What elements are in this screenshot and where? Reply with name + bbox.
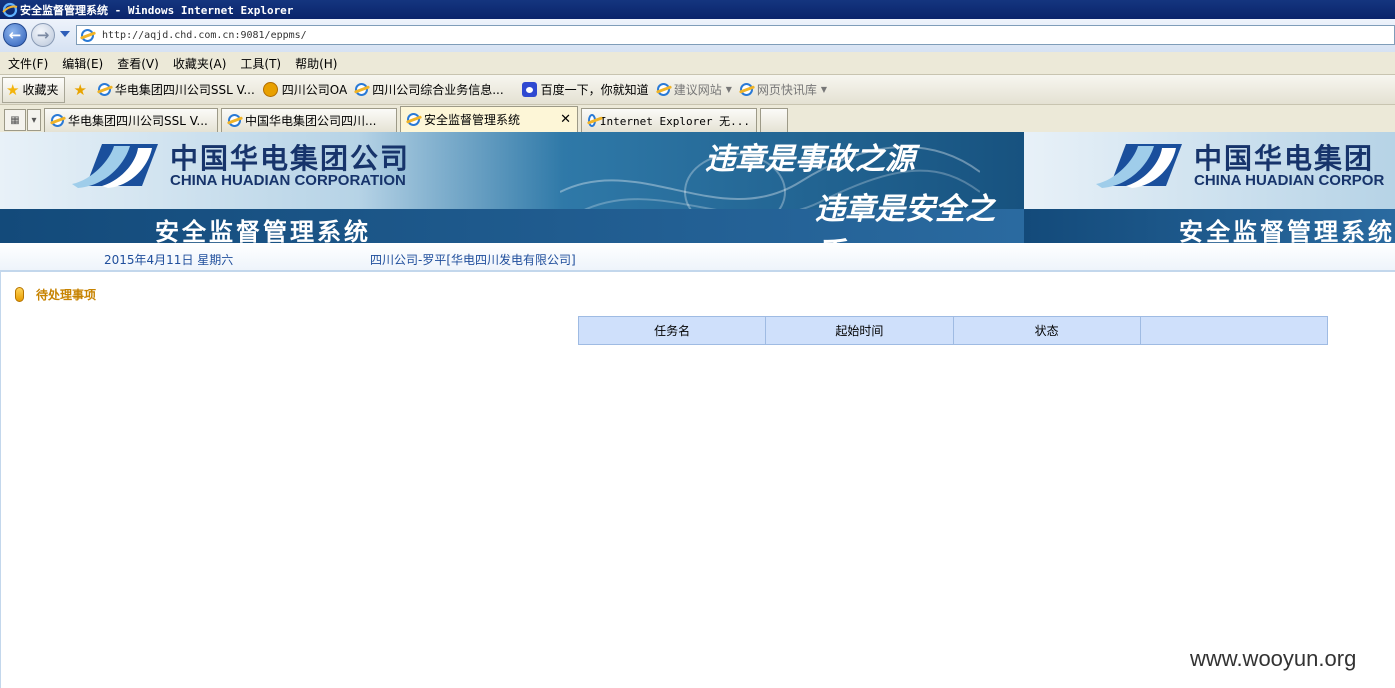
site-banner: 中国华电集团公司 CHINA HUADIAN CORPORATION 安全监督管… — [0, 132, 1395, 243]
menu-bar: 文件(F) 编辑(E) 查看(V) 收藏夹(A) 工具(T) 帮助(H) — [0, 52, 1395, 75]
page-icon — [81, 28, 94, 42]
window-title: 安全监督管理系统 - Windows Internet Explorer — [20, 3, 294, 17]
favorite-link-business-info[interactable]: 四川公司综合业务信息... — [355, 81, 504, 98]
favorites-button[interactable]: ★ 收藏夹 — [2, 76, 66, 103]
tab-list-dropdown-icon[interactable]: ▾ — [27, 109, 41, 131]
favorite-link-label: 四川公司OA — [281, 83, 348, 97]
pending-section-header: 待处理事项 — [15, 286, 96, 303]
ie-page-icon — [407, 113, 420, 126]
watermark: www.wooyun.org — [1190, 646, 1357, 671]
history-dropdown-icon[interactable] — [60, 31, 70, 37]
company-name-cn: 中国华电集团 — [1194, 142, 1375, 175]
favorite-link-baidu[interactable]: 百度一下，你就知道 — [521, 81, 649, 98]
favorite-link-label: 建议网站 — [673, 83, 722, 97]
pending-bullet-icon — [15, 287, 24, 302]
menu-help[interactable]: 帮助(H) — [295, 55, 337, 72]
company-name-en: CHINA HUADIAN CORPOR — [1194, 172, 1385, 189]
tab-label: 华电集团四川公司SSL V... — [68, 114, 208, 128]
tab-bar: ▦ ▾ 华电集团四川公司SSL V... 中国华电集团公司四川... 安全监督管… — [0, 105, 1395, 132]
ie-page-icon — [228, 114, 241, 127]
tab-sichuan-company[interactable]: 中国华电集团公司四川... — [221, 108, 397, 132]
navigation-bar: ← → http://aqjd.chd.com.cn:9081/eppms/ — [0, 19, 1395, 53]
new-tab-button[interactable] — [760, 108, 788, 132]
address-bar[interactable]: http://aqjd.chd.com.cn:9081/eppms/ — [76, 25, 1395, 45]
favorites-button-label: 收藏夹 — [22, 83, 59, 97]
column-task-name[interactable]: 任务名 — [577, 316, 767, 345]
system-title: 安全监督管理系统 — [155, 218, 371, 243]
column-status[interactable]: 状态 — [952, 316, 1141, 345]
huadian-logo-icon — [1096, 144, 1182, 188]
company-name-en: CHINA HUADIAN CORPORATION — [170, 172, 406, 189]
main-content: 待处理事项 任务名 起始时间 状态 — [0, 272, 1395, 688]
ie-page-icon — [739, 83, 753, 96]
close-tab-icon[interactable]: ✕ — [550, 112, 571, 127]
menu-file[interactable]: 文件(F) — [8, 55, 48, 72]
info-bar: 2015年4月11日 星期六 四川公司-罗平[华电四川发电有限公司] — [0, 243, 1395, 272]
tab-label: Internet Explorer 无... — [599, 114, 750, 128]
dropdown-caret-icon: ▼ — [820, 85, 828, 94]
address-url[interactable]: http://aqjd.chd.com.cn:9081/eppms/ — [102, 30, 307, 41]
favorites-bar: ★ 收藏夹 ★ 华电集团四川公司SSL V... 四川公司OA 四川公司综合业务… — [0, 75, 1395, 105]
system-title: 安全监督管理系统 — [1179, 218, 1395, 243]
pending-section-title: 待处理事项 — [36, 288, 97, 302]
current-date: 2015年4月11日 星期六 — [104, 253, 234, 267]
ie-page-icon — [355, 83, 369, 96]
favorite-web-slice-gallery[interactable]: 网页快讯库 ▼ — [739, 81, 828, 98]
table-header-row: 任务名 起始时间 状态 — [577, 316, 1329, 345]
menu-view[interactable]: 查看(V) — [117, 55, 159, 72]
forward-button[interactable]: → — [31, 23, 55, 47]
ie-page-icon — [588, 114, 596, 127]
favorite-link-label: 四川公司综合业务信息... — [372, 83, 504, 97]
tab-ie-blank[interactable]: Internet Explorer 无... — [581, 108, 757, 132]
column-actions — [1139, 316, 1329, 345]
tab-label: 中国华电集团公司四川... — [245, 114, 377, 128]
tab-label: 安全监督管理系统 — [424, 113, 521, 127]
tab-safety-system[interactable]: 安全监督管理系统 ✕ — [400, 106, 578, 132]
favorite-link-label: 百度一下，你就知道 — [540, 83, 649, 97]
menu-edit[interactable]: 编辑(E) — [62, 55, 103, 72]
banner-main: 中国华电集团公司 CHINA HUADIAN CORPORATION 安全监督管… — [0, 132, 1024, 243]
company-name-cn: 中国华电集团公司 — [170, 142, 411, 175]
menu-tools[interactable]: 工具(T) — [240, 55, 281, 72]
back-button[interactable]: ← — [3, 23, 27, 47]
add-favorite-icon[interactable]: ★ — [73, 81, 86, 99]
banner-repeat: 中国华电集团 CHINA HUADIAN CORPOR 安全监督管理系统 — [1024, 132, 1395, 243]
favorite-link-ssl-vpn[interactable]: 华电集团四川公司SSL V... — [97, 81, 255, 98]
favorite-link-label: 华电集团四川公司SSL V... — [114, 83, 255, 97]
column-start-time[interactable]: 起始时间 — [765, 316, 954, 345]
window-titlebar: 安全监督管理系统 - Windows Internet Explorer — [0, 0, 1395, 19]
ie-page-icon — [51, 114, 64, 127]
ie-logo-icon — [2, 2, 18, 17]
user-organization: 四川公司-罗平[华电四川发电有限公司] — [370, 253, 576, 267]
slogan-line-2: 违章是安全之夭 — [815, 192, 995, 243]
huadian-logo-icon — [72, 144, 158, 188]
favorite-suggested-sites[interactable]: 建议网站 ▼ — [656, 81, 732, 98]
oa-icon — [262, 82, 278, 97]
menu-favorites[interactable]: 收藏夹(A) — [173, 55, 227, 72]
favorite-link-oa[interactable]: 四川公司OA — [262, 81, 348, 98]
dropdown-caret-icon: ▼ — [725, 85, 732, 94]
slogan-line-1: 违章是事故之源 — [705, 142, 915, 177]
ie-page-icon — [656, 83, 670, 96]
favorite-link-label: 网页快讯库 — [756, 83, 817, 97]
quick-tabs-icon[interactable]: ▦ — [4, 109, 26, 131]
tab-ssl-vpn[interactable]: 华电集团四川公司SSL V... — [44, 108, 218, 132]
baidu-paw-icon — [521, 82, 537, 97]
ie-page-icon — [97, 83, 111, 96]
pending-tasks-table: 任务名 起始时间 状态 — [577, 316, 1329, 345]
star-icon: ★ — [6, 80, 20, 99]
